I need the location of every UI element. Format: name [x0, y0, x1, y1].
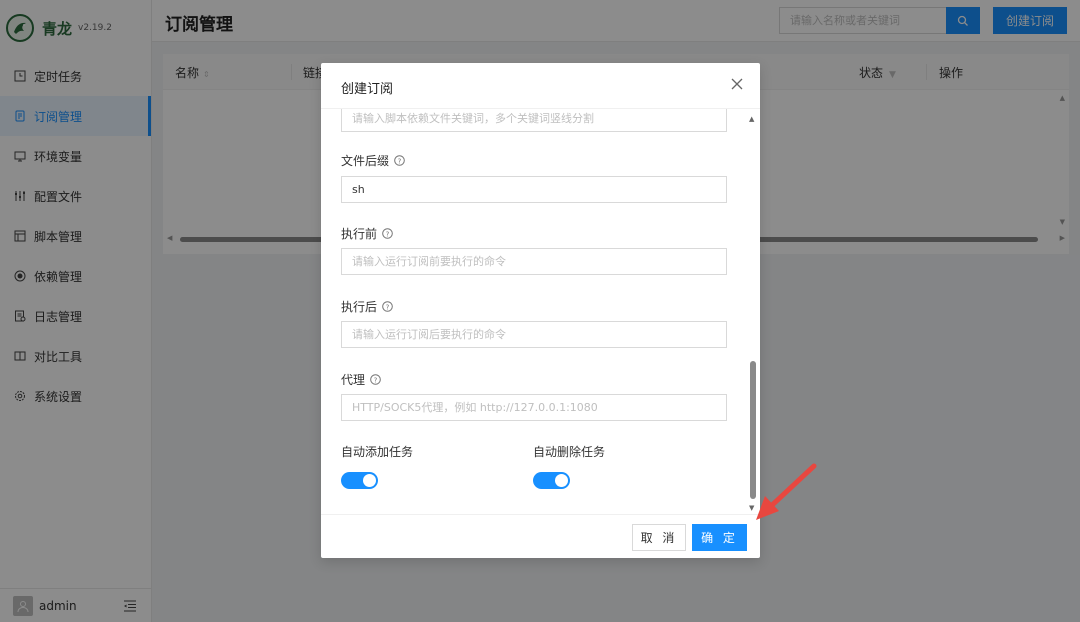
modal-header: 创建订阅: [321, 63, 760, 109]
create-subscription-modal: 创建订阅 请输入脚本依赖文件关键词，多个关键词竖线分割 文件后缀 ? sh 执行…: [321, 63, 760, 558]
svg-text:?: ?: [386, 303, 390, 311]
extensions-input[interactable]: sh: [341, 176, 727, 203]
auto-delete-label: 自动删除任务: [533, 445, 606, 459]
annotation-arrow-icon: [756, 463, 817, 520]
auto-add-switch[interactable]: [341, 472, 378, 489]
modal-footer: 取 消 确 定: [321, 514, 760, 558]
extensions-label: 文件后缀 ?: [341, 152, 405, 169]
scroll-up-arrow-icon[interactable]: ▲: [749, 115, 754, 123]
cancel-button[interactable]: 取 消: [632, 524, 686, 551]
proxy-label: 代理 ?: [341, 371, 381, 388]
switch-knob: [555, 474, 568, 487]
help-icon: ?: [394, 155, 405, 166]
dependence-input[interactable]: 请输入脚本依赖文件关键词，多个关键词竖线分割: [341, 109, 727, 132]
help-icon: ?: [382, 301, 393, 312]
modal-title: 创建订阅: [341, 82, 394, 97]
auto-delete-switch[interactable]: [533, 472, 570, 489]
before-command-label: 执行前 ?: [341, 225, 393, 242]
auto-add-label: 自动添加任务: [341, 445, 414, 459]
close-icon[interactable]: [730, 77, 744, 91]
svg-text:?: ?: [374, 376, 378, 384]
after-command-label: 执行后 ?: [341, 298, 393, 315]
svg-text:?: ?: [398, 157, 402, 165]
proxy-input[interactable]: HTTP/SOCK5代理，例如 http://127.0.0.1:1080: [341, 394, 727, 421]
modal-body: 请输入脚本依赖文件关键词，多个关键词竖线分割 文件后缀 ? sh 执行前 ? 请…: [321, 109, 760, 514]
svg-text:?: ?: [386, 230, 390, 238]
switch-knob: [363, 474, 376, 487]
after-command-input[interactable]: 请输入运行订阅后要执行的命令: [341, 321, 727, 348]
help-icon: ?: [382, 228, 393, 239]
confirm-button[interactable]: 确 定: [692, 524, 747, 551]
help-icon: ?: [370, 374, 381, 385]
modal-scrollbar[interactable]: ▲ ▼: [748, 109, 758, 514]
before-command-input[interactable]: 请输入运行订阅前要执行的命令: [341, 248, 727, 275]
